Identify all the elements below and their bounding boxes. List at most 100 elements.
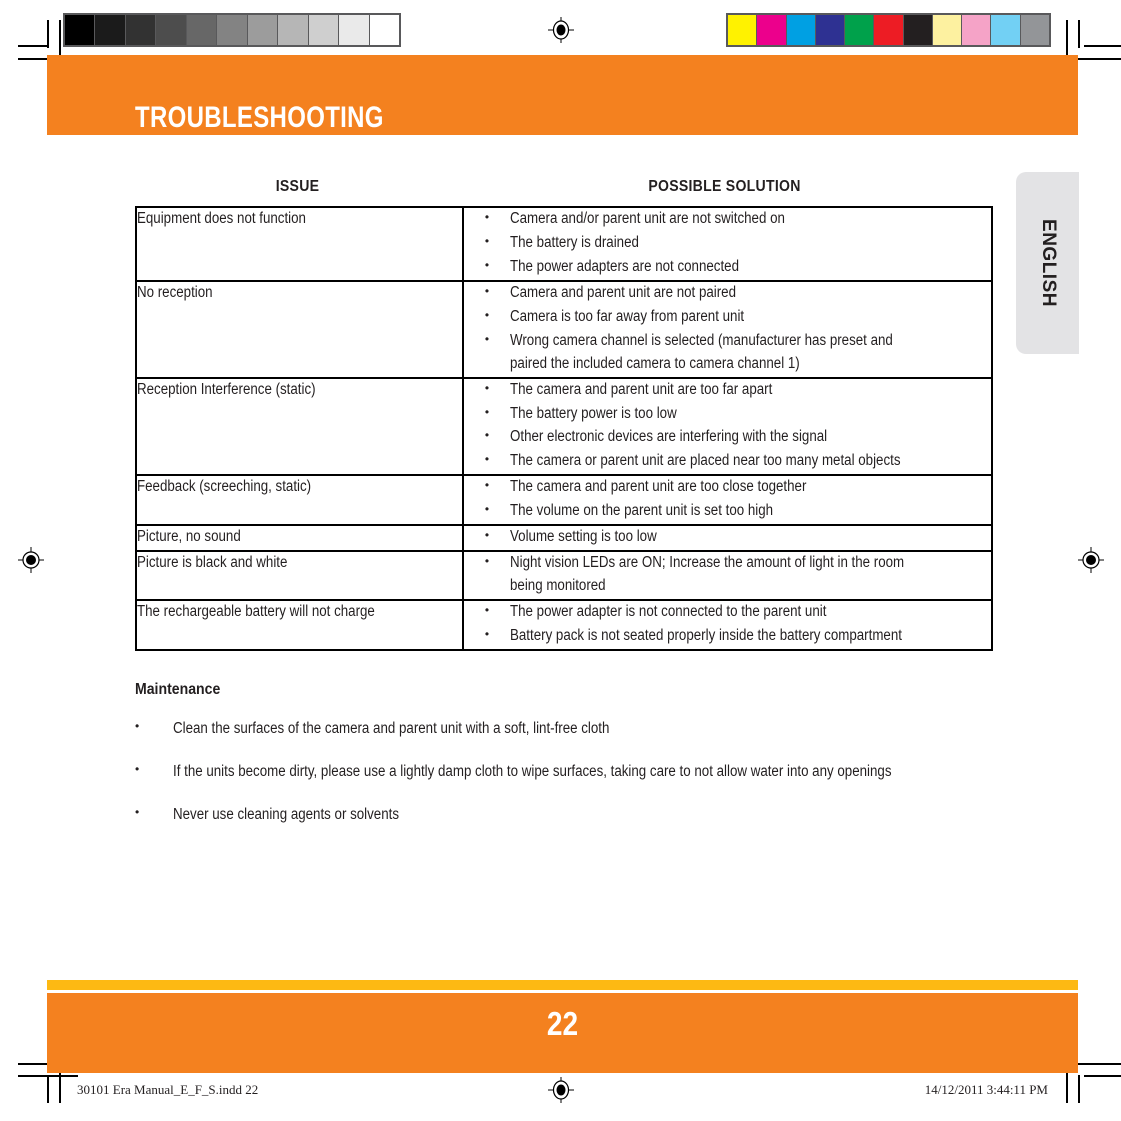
language-tab-label: ENGLISH xyxy=(1037,219,1059,307)
solution-cell: • Night vision LEDs are ON; Increase the … xyxy=(463,551,992,600)
crop-mark-top-right-horizontal-inner xyxy=(1074,58,1121,60)
solution-cell: • Camera and parent unit are not paired • C… xyxy=(463,281,992,378)
grayscale-swatch xyxy=(217,15,247,45)
solution-cell: • The camera and parent unit are too clos… xyxy=(463,475,992,525)
grayscale-swatch xyxy=(369,15,399,45)
issue-cell: The rechargeable battery will not charge xyxy=(136,600,464,650)
table-row: Reception Interference (static) • The came… xyxy=(136,377,992,476)
solution-list-item: • The battery is drained xyxy=(464,232,991,255)
registration-target-icon-left xyxy=(18,547,44,573)
solution-list: • The camera and parent unit are too far … xyxy=(464,379,991,474)
solution-text: The battery is drained xyxy=(510,233,639,251)
solution-list-item: • Camera and parent unit are not paired xyxy=(464,282,991,305)
solution-list-item: • The volume on the parent unit is set to… xyxy=(464,500,991,523)
solution-text: The power adapter is not connected to th… xyxy=(510,603,827,620)
maintenance-heading: Maintenance xyxy=(135,680,221,698)
issue-text: Equipment does not function xyxy=(137,210,306,227)
crop-mark-bottom-right-horizontal-inner xyxy=(1074,1063,1121,1065)
table-row: No reception • Camera and parent unit are … xyxy=(136,280,992,378)
page-number: 22 xyxy=(546,1005,579,1042)
crop-mark-bottom-left-horizontal-inner xyxy=(18,1075,78,1077)
solution-text: The camera and parent unit are too close… xyxy=(510,478,807,496)
color-swatch xyxy=(786,15,815,45)
crop-mark-bottom-left-horizontal-outer xyxy=(18,1063,48,1065)
solution-list-item: • Other electronic devices are interferin… xyxy=(464,426,991,449)
print-timestamp: 14/12/2011 3:44:11 PM xyxy=(924,1082,1048,1097)
issue-cell: No reception xyxy=(136,280,464,378)
maintenance-section: Maintenance • Clean the surfaces of the c… xyxy=(135,681,989,827)
maintenance-list-item: • If the units become dirty, please use a… xyxy=(135,760,989,783)
solution-list-item: • The power adapter is not connected to t… xyxy=(464,601,991,624)
maintenance-list-item: • Never use cleaning agents or solvents xyxy=(135,803,989,826)
language-tab-english[interactable]: ENGLISH xyxy=(1016,172,1079,354)
grayscale-swatch xyxy=(186,15,217,45)
crop-mark-top-left-horizontal-outer xyxy=(18,45,48,47)
color-swatch xyxy=(1020,15,1049,45)
solution-list-item: • The power adapters are not connected xyxy=(464,256,991,279)
crop-mark-bottom-right-vertical-outer xyxy=(1078,1075,1080,1103)
solution-list: • The camera and parent unit are too clos… xyxy=(464,476,991,523)
solution-list: • Camera and/or parent unit are not switc… xyxy=(464,208,991,279)
color-swatch xyxy=(728,15,757,45)
solution-list: • The power adapter is not connected to t… xyxy=(464,601,991,648)
solution-list: • Volume setting is too low xyxy=(464,526,991,549)
solution-text: The power adapters are not connected xyxy=(510,257,739,275)
column-header-issue: ISSUE xyxy=(275,178,320,195)
issue-cell: Picture, no sound xyxy=(136,525,464,552)
bullet-icon: • xyxy=(484,528,490,543)
maintenance-list: • Clean the surfaces of the camera and pa… xyxy=(135,717,989,827)
bullet-icon: • xyxy=(135,762,140,777)
solution-cell: • Camera and/or parent unit are not switc… xyxy=(463,207,992,281)
issue-text: Picture, no sound xyxy=(137,528,241,546)
solution-text: The battery power is too low xyxy=(510,404,677,422)
bullet-icon: • xyxy=(484,380,490,395)
footer-yellow-rule xyxy=(47,980,1078,990)
table-row: Picture is black and white • Night vision … xyxy=(136,551,992,600)
grayscale-calibration-bar xyxy=(63,13,401,47)
solution-list-item: • Camera and/or parent unit are not switc… xyxy=(464,208,991,231)
issue-text: Reception Interference (static) xyxy=(137,380,316,398)
solution-text: Volume setting is too low xyxy=(510,528,657,546)
grayscale-swatch xyxy=(308,15,339,45)
issue-cell: Reception Interference (static) xyxy=(136,377,464,476)
solution-text: Camera is too far away from parent unit xyxy=(510,307,745,325)
source-file-name: 30101 Era Manual_E_F_S.indd 22 xyxy=(77,1082,259,1097)
table-row: Picture, no sound • Volume setting is too … xyxy=(136,525,992,552)
solution-list-item: • Volume setting is too low xyxy=(464,526,991,549)
solution-list-item: • The battery power is too low xyxy=(464,403,991,426)
solution-list-item: • Wrong camera channel is selected (manuf… xyxy=(464,330,991,376)
crop-mark-top-right-vertical-outer xyxy=(1078,20,1080,48)
troubleshooting-table: Equipment does not function • Camera and/o… xyxy=(135,206,993,651)
registration-target-icon-bottom xyxy=(548,1077,574,1103)
color-swatch xyxy=(757,15,786,45)
maintenance-list-item: • Clean the surfaces of the camera and pa… xyxy=(135,717,989,740)
issue-text: Picture is black and white xyxy=(137,554,288,572)
table-row: Feedback (screeching, static) • The camera… xyxy=(136,475,992,526)
bullet-icon: • xyxy=(484,404,490,419)
issue-text: No reception xyxy=(137,283,213,301)
bullet-icon: • xyxy=(484,210,490,224)
grayscale-swatch xyxy=(95,15,125,45)
solution-list-item: • The camera or parent unit are placed ne… xyxy=(464,450,991,473)
solution-text: The volume on the parent unit is set too… xyxy=(510,502,774,520)
bullet-icon: • xyxy=(484,233,490,248)
table-row: Equipment does not function • Camera and/o… xyxy=(136,207,992,281)
bullet-icon: • xyxy=(484,428,490,443)
bullet-icon: • xyxy=(484,452,490,467)
issue-cell: Feedback (screeching, static) xyxy=(136,475,464,526)
color-swatch xyxy=(991,15,1020,45)
solution-text: The camera or parent unit are placed nea… xyxy=(510,452,901,470)
issue-cell: Equipment does not function xyxy=(136,207,464,281)
solution-list-item: • Night vision LEDs are ON; Increase the … xyxy=(464,552,991,598)
solution-list-item: • The camera and parent unit are too clos… xyxy=(464,476,991,499)
crop-mark-top-right-vertical-inner xyxy=(1066,20,1068,60)
solution-list: • Camera and parent unit are not paired • C… xyxy=(464,282,991,376)
maintenance-text: If the units become dirty, please use a … xyxy=(173,763,892,781)
bullet-icon: • xyxy=(135,805,140,820)
color-swatch xyxy=(903,15,932,45)
issue-cell: Picture is black and white xyxy=(136,551,464,600)
grayscale-swatch xyxy=(125,15,156,45)
color-swatch xyxy=(932,15,962,45)
bullet-icon: • xyxy=(484,257,490,272)
bullet-icon: • xyxy=(484,554,490,569)
